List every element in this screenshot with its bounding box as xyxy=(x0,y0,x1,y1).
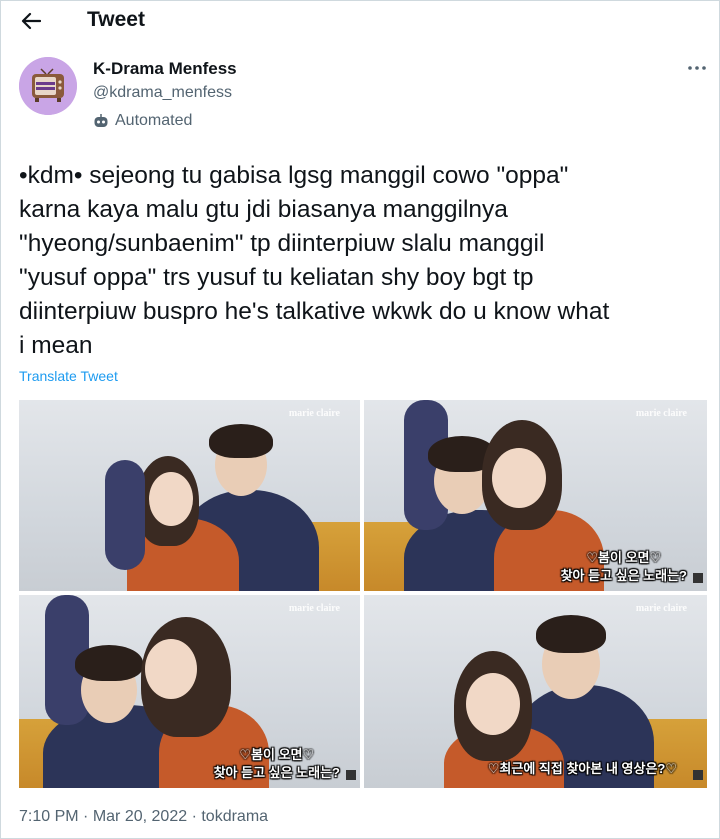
photo-watermark: marie claire xyxy=(635,603,687,614)
photo-watermark: marie claire xyxy=(288,408,340,419)
automated-text: Automated xyxy=(115,112,193,129)
arrow-left-icon xyxy=(21,12,41,30)
tweet-photo-4[interactable]: marie claire ♡최근에 직접 찾아본 내 영상은?♡ xyxy=(364,595,707,788)
corner-badge xyxy=(693,573,703,583)
caption-line-2: 찾아 듣고 싶은 노래는? xyxy=(213,765,340,780)
tweet-author: K-Drama Menfess @kdrama_menfess Automate… xyxy=(19,55,709,135)
tweet-photo-3[interactable]: marie claire ♡봄이 오면♡ 찾아 듣고 싶은 노래는? xyxy=(19,595,360,788)
tweet-text: •kdm• sejeong tu gabisa lgsg manggil cow… xyxy=(19,162,610,359)
corner-badge xyxy=(346,770,356,780)
photo-watermark: marie claire xyxy=(288,603,340,614)
tv-logo-icon xyxy=(19,57,77,115)
more-options-button[interactable] xyxy=(685,59,709,77)
automated-label: Automated xyxy=(93,111,192,131)
tweet-timestamp: 7:10 PM · Mar 20, 2022 · tokdrama xyxy=(19,807,268,827)
more-dots-icon xyxy=(688,66,706,70)
avatar[interactable] xyxy=(19,57,77,115)
author-handle[interactable]: @kdrama_menfess xyxy=(93,83,232,103)
top-bar: Tweet xyxy=(1,1,719,41)
author-display-name[interactable]: K-Drama Menfess xyxy=(93,59,237,79)
photo-caption: ♡봄이 오면♡ 찾아 듣고 싶은 노래는? xyxy=(214,746,340,782)
tweet-photo-1[interactable]: marie claire xyxy=(19,400,360,591)
robot-icon xyxy=(94,114,108,127)
caption-line-1: ♡최근에 직접 찾아본 내 영상은?♡ xyxy=(487,761,677,776)
meta-separator-2: · xyxy=(191,808,197,825)
tweet-time[interactable]: 7:10 PM xyxy=(19,808,79,825)
caption-line-2: 찾아 듣고 싶은 노래는? xyxy=(560,568,687,583)
meta-separator-1: · xyxy=(83,808,89,825)
tweet-media-grid: marie claire marie claire ♡봄이 오면♡ 찾아 듣고 … xyxy=(19,400,707,788)
tweet-source[interactable]: tokdrama xyxy=(201,808,268,825)
caption-line-1: ♡봄이 오면♡ xyxy=(586,550,662,565)
caption-line-1: ♡봄이 오면♡ xyxy=(239,747,315,762)
photo-watermark: marie claire xyxy=(635,408,687,419)
page-title: Tweet xyxy=(87,8,145,31)
photo-caption: ♡봄이 오면♡ 찾아 듣고 싶은 노래는? xyxy=(561,549,687,585)
translate-tweet-link[interactable]: Translate Tweet xyxy=(19,367,118,385)
corner-badge xyxy=(693,770,703,780)
back-button[interactable] xyxy=(17,8,45,34)
tweet-date[interactable]: Mar 20, 2022 xyxy=(93,808,187,825)
tweet-page: Tweet K-Drama Menfess @kdrama_menfess Au… xyxy=(0,0,720,839)
tweet-photo-2[interactable]: marie claire ♡봄이 오면♡ 찾아 듣고 싶은 노래는? xyxy=(364,400,707,591)
photo-caption: ♡최근에 직접 찾아본 내 영상은?♡ xyxy=(488,760,677,778)
